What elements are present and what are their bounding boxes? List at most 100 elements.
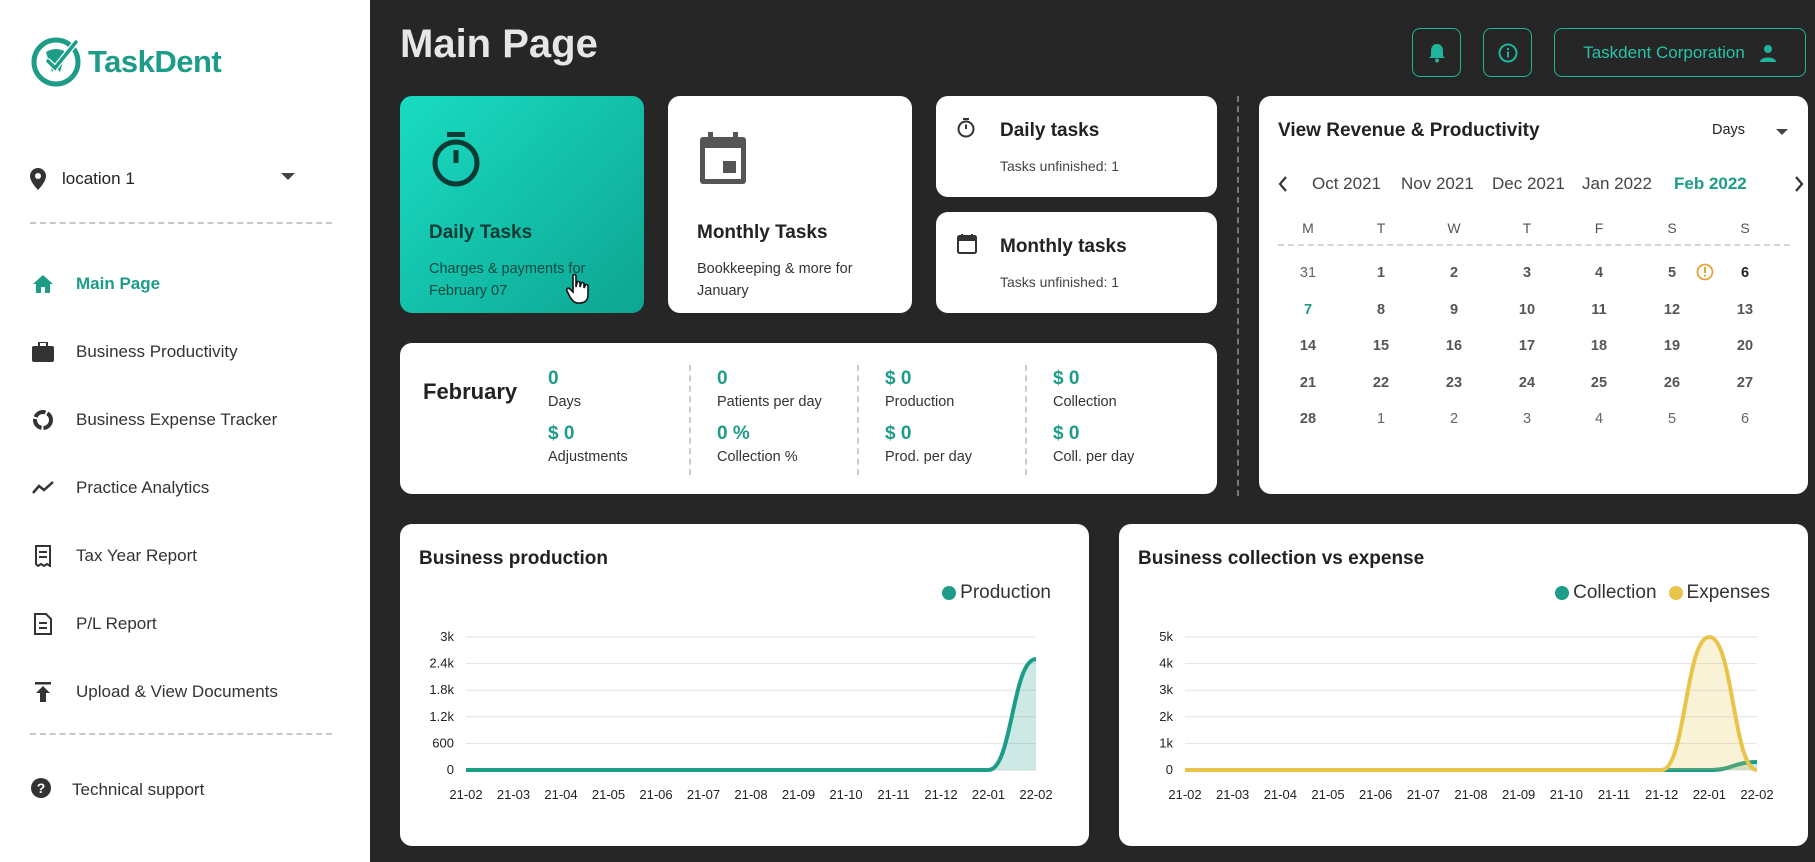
calendar-day[interactable]: 11 bbox=[1579, 302, 1619, 318]
calendar-day[interactable]: 17 bbox=[1507, 338, 1547, 354]
info-button[interactable] bbox=[1483, 28, 1532, 77]
calendar-day-outside[interactable]: 5 bbox=[1652, 411, 1692, 427]
calendar-day[interactable]: 3 bbox=[1507, 265, 1547, 281]
info-icon bbox=[1498, 43, 1517, 62]
stat-label: Coll. per day bbox=[1053, 449, 1135, 465]
stopwatch-icon bbox=[957, 118, 975, 138]
calendar-day[interactable]: 21 bbox=[1288, 375, 1328, 391]
chevron-right-icon[interactable] bbox=[1794, 176, 1804, 192]
account-button[interactable]: Taskdent Corporation bbox=[1554, 28, 1806, 77]
x-tick-label: 21-06 bbox=[1359, 787, 1392, 802]
chevron-left-icon[interactable] bbox=[1278, 176, 1288, 192]
calendar-day[interactable]: 2 bbox=[1434, 265, 1474, 281]
calendar-day[interactable]: 26 bbox=[1652, 375, 1692, 391]
stat-value: $ 0 bbox=[1053, 368, 1080, 389]
x-tick-label: 21-04 bbox=[1264, 787, 1297, 802]
calendar-day[interactable]: 12 bbox=[1652, 302, 1692, 318]
calendar-day[interactable]: 25 bbox=[1579, 375, 1619, 391]
chart-plot: 0 1k 2k 3k 4k 5k 21-02 21-03 21-04 21-05 21-06 21-0… bbox=[1159, 629, 1773, 802]
stat-value: $ 0 bbox=[1053, 423, 1080, 444]
calendar-day[interactable]: 14 bbox=[1288, 338, 1328, 354]
weekday-label: T bbox=[1522, 220, 1532, 236]
stat-label: Collection % bbox=[717, 449, 798, 465]
x-tick-label: 21-02 bbox=[1168, 787, 1201, 802]
calendar-day[interactable]: 27 bbox=[1725, 375, 1765, 391]
stat-days: 0 Days bbox=[548, 368, 581, 410]
x-tick-label: 21-10 bbox=[829, 787, 862, 802]
calendar-day[interactable]: 13 bbox=[1725, 302, 1765, 318]
stat-coll-per-day: $ 0 Coll. per day bbox=[1053, 423, 1134, 465]
sidebar-item-business-expense-tracker[interactable]: Business Expense Tracker bbox=[30, 386, 340, 454]
x-tick-label: 22-01 bbox=[972, 787, 1005, 802]
x-tick-label: 21-06 bbox=[639, 787, 672, 802]
sidebar-item-tax-year-report[interactable]: Tax Year Report bbox=[30, 522, 340, 590]
calendar-day[interactable]: 9 bbox=[1434, 302, 1474, 318]
y-tick-label: 1.2k bbox=[429, 709, 454, 724]
calendar-day[interactable]: 22 bbox=[1361, 375, 1401, 391]
daily-tasks-card[interactable]: Daily Tasks Charges & payments for Febru… bbox=[400, 96, 644, 313]
y-tick-label: 4k bbox=[1159, 656, 1173, 671]
calendar-day[interactable]: 10 bbox=[1507, 302, 1547, 318]
chevron-down-icon[interactable] bbox=[1776, 129, 1788, 135]
calendar-day[interactable]: 1 bbox=[1361, 265, 1401, 281]
sidebar-item-practice-analytics[interactable]: Practice Analytics bbox=[30, 454, 340, 522]
calendar-day[interactable]: 7 bbox=[1288, 302, 1328, 318]
calendar-day[interactable]: 15 bbox=[1361, 338, 1401, 354]
calendar-day[interactable]: 19 bbox=[1652, 338, 1692, 354]
monthly-tasks-card[interactable]: Monthly Tasks Bookkeeping & more for Jan… bbox=[668, 96, 912, 313]
calendar-day-outside[interactable]: 31 bbox=[1288, 265, 1328, 281]
calendar-day[interactable]: 18 bbox=[1579, 338, 1619, 354]
hand-cursor-icon bbox=[566, 273, 589, 304]
month-option-current[interactable]: Feb 2022 bbox=[1674, 174, 1747, 194]
revenue-calendar-card: View Revenue & Productivity Days Oct 202… bbox=[1259, 96, 1808, 494]
stat-divider bbox=[857, 365, 859, 475]
calendar-day[interactable]: 16 bbox=[1434, 338, 1474, 354]
month-summary-card: February 0 Days $ 0 Adjustments 0 Patien… bbox=[400, 343, 1217, 494]
month-option[interactable]: Jan 2022 bbox=[1582, 174, 1652, 194]
monthly-tasks-summary-card[interactable]: Monthly tasks Tasks unfinished: 1 bbox=[936, 212, 1217, 313]
calendar-day[interactable]: 24 bbox=[1507, 375, 1547, 391]
company-name: Taskdent Corporation bbox=[1583, 42, 1745, 62]
stat-divider bbox=[1025, 365, 1027, 475]
sidebar-item-pl-report[interactable]: P/L Report bbox=[30, 590, 340, 658]
x-tick-label: 21-04 bbox=[544, 787, 577, 802]
y-tick-label: 3k bbox=[440, 629, 454, 644]
calendar-day[interactable]: 4 bbox=[1579, 265, 1619, 281]
calendar-day-outside[interactable]: 4 bbox=[1579, 411, 1619, 427]
collection-vs-expense-chart: Business collection vs expense Collectio… bbox=[1119, 524, 1808, 846]
stat-label: Days bbox=[548, 394, 582, 410]
calendar-day[interactable]: 5 bbox=[1652, 265, 1692, 281]
y-tick-label: 1k bbox=[1159, 735, 1173, 750]
month-option[interactable]: Dec 2021 bbox=[1492, 174, 1565, 194]
calendar-day[interactable]: 28 bbox=[1288, 411, 1328, 427]
calendar-day[interactable]: 23 bbox=[1434, 375, 1474, 391]
technical-support-link[interactable]: ? Technical support bbox=[30, 775, 204, 805]
tooth-check-logo-icon bbox=[31, 37, 81, 87]
sidebar-item-label: Business Productivity bbox=[76, 342, 238, 361]
card-subtitle: Charges & payments for February 07 bbox=[429, 261, 586, 299]
notifications-button[interactable] bbox=[1412, 28, 1461, 77]
y-tick-label: 5k bbox=[1159, 629, 1173, 644]
calendar-day-outside[interactable]: 3 bbox=[1507, 411, 1547, 427]
view-mode-select[interactable]: Days bbox=[1712, 122, 1745, 138]
month-option[interactable]: Nov 2021 bbox=[1401, 174, 1474, 194]
daily-tasks-summary-card[interactable]: Daily tasks Tasks unfinished: 1 bbox=[936, 96, 1217, 197]
logo[interactable]: TaskDent bbox=[30, 36, 222, 88]
calendar-day-outside[interactable]: 6 bbox=[1725, 411, 1765, 427]
location-select[interactable]: location 1 bbox=[30, 165, 295, 193]
calendar-day[interactable]: 6 bbox=[1725, 265, 1765, 281]
card-title: Monthly tasks bbox=[1000, 236, 1127, 257]
calendar-day[interactable]: 20 bbox=[1725, 338, 1765, 354]
user-icon bbox=[1759, 44, 1776, 62]
calendar-day-outside[interactable]: 2 bbox=[1434, 411, 1474, 427]
sidebar-item-upload-view-documents[interactable]: Upload & View Documents bbox=[30, 658, 340, 726]
sidebar-nav: Main Page Business Productivity Business… bbox=[30, 250, 340, 726]
calendar-day-outside[interactable]: 1 bbox=[1361, 411, 1401, 427]
y-tick-label: 1.8k bbox=[429, 682, 454, 697]
bell-icon bbox=[1428, 43, 1445, 62]
sidebar-item-main-page[interactable]: Main Page bbox=[30, 250, 340, 318]
card-subtitle: Tasks unfinished: 1 bbox=[1000, 158, 1120, 174]
calendar-day[interactable]: 8 bbox=[1361, 302, 1401, 318]
sidebar-item-business-productivity[interactable]: Business Productivity bbox=[30, 318, 340, 386]
month-option[interactable]: Oct 2021 bbox=[1312, 174, 1381, 194]
